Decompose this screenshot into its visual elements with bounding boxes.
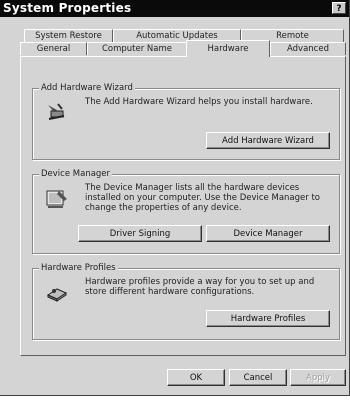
device-manager-button[interactable]: Device Manager bbox=[206, 225, 330, 242]
add-hardware-wizard-icon bbox=[48, 103, 65, 120]
hardware-profiles-button[interactable]: Hardware Profiles bbox=[206, 310, 330, 327]
help-button[interactable]: ? bbox=[332, 2, 346, 14]
tab-computer-name[interactable]: Computer Name bbox=[87, 42, 187, 55]
add-hardware-wizard-legend: Add Hardware Wizard bbox=[39, 83, 135, 93]
cancel-button[interactable]: Cancel bbox=[229, 369, 287, 386]
hardware-profiles-icon bbox=[46, 288, 68, 302]
device-manager-legend: Device Manager bbox=[39, 169, 113, 179]
system-properties-window: System Properties ? System Restore Autom… bbox=[0, 0, 350, 396]
hardware-profiles-legend: Hardware Profiles bbox=[39, 263, 118, 273]
add-hardware-description: The Add Hardware Wizard helps you instal… bbox=[85, 97, 313, 107]
ok-button[interactable]: OK bbox=[167, 369, 225, 386]
tab-advanced[interactable]: Advanced bbox=[270, 42, 346, 55]
apply-button[interactable]: Apply bbox=[290, 369, 346, 386]
tab-general[interactable]: General bbox=[20, 42, 87, 55]
add-hardware-wizard-button[interactable]: Add Hardware Wizard bbox=[206, 132, 330, 149]
driver-signing-button[interactable]: Driver Signing bbox=[78, 225, 202, 242]
device-manager-icon bbox=[46, 190, 67, 208]
device-manager-group: Device Manager The Device Manager lists … bbox=[32, 169, 340, 254]
device-manager-description: The Device Manager lists all the hardwar… bbox=[85, 183, 320, 213]
add-hardware-wizard-group: Add Hardware Wizard The Add Hardware Wiz… bbox=[32, 83, 340, 160]
hardware-profiles-group: Hardware Profiles Hardware profiles prov… bbox=[32, 263, 340, 340]
tab-system-restore[interactable]: System Restore bbox=[24, 29, 113, 42]
hardware-profiles-description: Hardware profiles provide a way for you … bbox=[85, 277, 315, 297]
tab-hardware[interactable]: Hardware bbox=[186, 40, 270, 57]
title-bar: System Properties ? bbox=[0, 0, 349, 17]
window-title: System Properties bbox=[3, 1, 132, 15]
